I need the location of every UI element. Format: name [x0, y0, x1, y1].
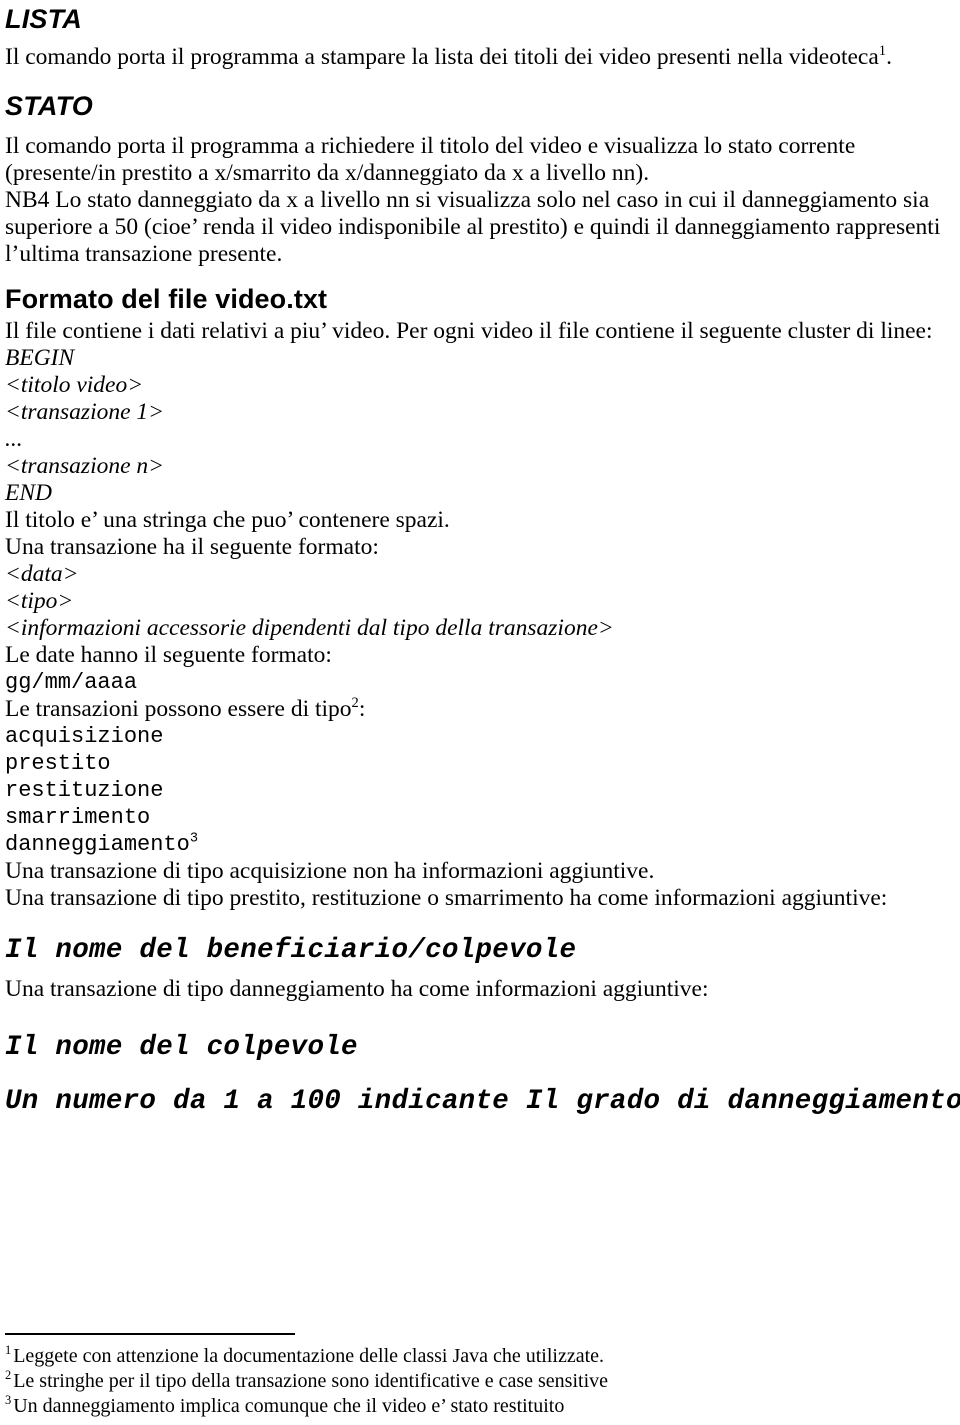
paragraph-stato-line2: (presente/in prestito a x/smarrito da x/…	[5, 160, 650, 186]
paragraph-prestito-note: Una transazione di tipo prestito, restit…	[5, 885, 888, 911]
tipo-label: acquisizione	[5, 724, 164, 749]
code-line-transazione-1: <transazione 1>	[5, 399, 165, 425]
code-line-grado-danneggiamento: Un numero da 1 a 100 indicante Il grado …	[5, 1086, 960, 1117]
code-line-titolo-video: <titolo video>	[5, 372, 144, 398]
code-line-informazioni-accessorie: <informazioni accessorie dipendenti dal …	[5, 615, 614, 641]
footnote-item-3: 3 Un danneggiamento implica comunque che …	[5, 1394, 945, 1419]
footnote-item-2: 2 Le stringhe per il tipo della transazio…	[5, 1369, 945, 1394]
footnote-mark: 2	[5, 1368, 12, 1383]
footnote-separator-rule	[5, 1333, 295, 1335]
paragraph-titolo-note: Il titolo e’ una stringa che puo’ conten…	[5, 507, 450, 533]
tipo-label: danneggiamento	[5, 832, 190, 857]
paragraph-acquisizione-note: Una transazione di tipo acquisizione non…	[5, 858, 655, 884]
paragraph-transazione-intro: Una transazione ha il seguente formato:	[5, 534, 379, 560]
paragraph-danneggiamento-note: Una transazione di tipo danneggiamento h…	[5, 976, 709, 1002]
list-item-tipo-prestito: prestito	[5, 750, 952, 777]
list-item-tipo-restituzione: restituzione	[5, 777, 952, 804]
code-line-data: <data>	[5, 561, 79, 587]
footnote-item-1: 1 Leggete con attenzione la documentazion…	[5, 1344, 945, 1369]
list-item-tipo-danneggiamento: danneggiamento3	[5, 831, 952, 858]
paragraph-stato-line1: Il comando porta il programma a richiede…	[5, 133, 856, 159]
paragraph-date-intro: Le date hanno il seguente formato:	[5, 642, 332, 668]
paragraph-tipi-intro-pre: Le transazioni possono essere di tipo	[5, 696, 352, 722]
code-line-transazione-n: <transazione n>	[5, 453, 165, 479]
code-line-nome-colpevole: Il nome del colpevole	[5, 1032, 358, 1063]
paragraph-lista-body: Il comando porta il programma a stampare…	[5, 44, 952, 71]
footnote-text: Le stringhe per il tipo della transazion…	[13, 1370, 608, 1392]
footnote-ref-1: 1	[878, 43, 887, 60]
tipo-label: prestito	[5, 751, 111, 776]
code-line-ellipsis: ...	[5, 426, 23, 452]
paragraph-lista-body-text: Il comando porta il programma a stampare…	[5, 44, 879, 70]
tipo-label: smarrimento	[5, 805, 151, 830]
paragraph-formato-intro: Il file contiene i dati relativi a piu’ …	[5, 318, 933, 344]
footnote-text: Leggete con attenzione la documentazione…	[13, 1345, 605, 1367]
footnote-mark: 1	[5, 1343, 12, 1358]
heading-formato-file: Formato del file video.txt	[5, 284, 328, 314]
list-item-tipo-smarrimento: smarrimento	[5, 804, 952, 831]
paragraph-tipi-intro-post: :	[358, 696, 366, 722]
footnote-text: Un danneggiamento implica comunque che i…	[13, 1395, 565, 1417]
document-page: LISTA Il comando porta il programma a st…	[0, 0, 960, 1425]
code-line-begin: BEGIN	[5, 345, 75, 371]
paragraph-nb4-line2: superiore a 50 (cioe’ renda il video ind…	[5, 214, 941, 240]
footnote-area: 1 Leggete con attenzione la documentazion…	[5, 1333, 945, 1419]
code-line-nome-beneficiario: Il nome del beneficiario/colpevole	[5, 935, 577, 966]
list-item-tipo-acquisizione: acquisizione	[5, 723, 952, 750]
paragraph-tipi-intro: Le transazioni possono essere di tipo2:	[5, 696, 952, 723]
heading-lista: LISTA	[5, 4, 82, 34]
heading-stato: STATO	[5, 91, 93, 121]
paragraph-nb4-line1: NB4 Lo stato danneggiato da x a livello …	[5, 187, 930, 213]
code-line-date-format: gg/mm/aaaa	[5, 670, 138, 695]
paragraph-lista-body-tail: .	[886, 44, 892, 70]
footnote-mark: 3	[5, 1393, 12, 1408]
tipo-label: restituzione	[5, 778, 164, 803]
footnote-ref-3: 3	[189, 831, 199, 847]
footnote-ref-2: 2	[351, 695, 359, 712]
code-line-end: END	[5, 480, 52, 506]
code-line-tipo: <tipo>	[5, 588, 74, 614]
paragraph-nb4-line3: l’ultima transazione presente.	[5, 241, 283, 267]
